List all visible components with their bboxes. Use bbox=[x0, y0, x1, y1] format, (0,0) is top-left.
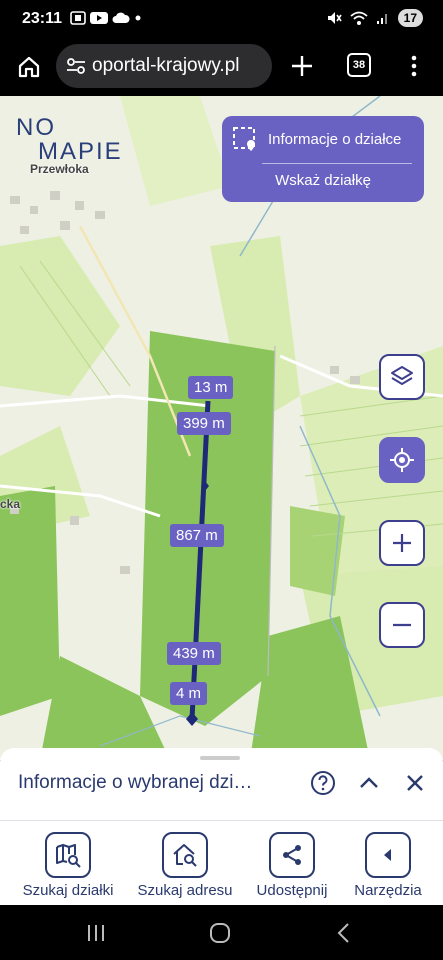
battery-icon: 17 bbox=[397, 9, 423, 27]
status-icons-right: 17 bbox=[326, 9, 423, 27]
tool-label: Szukaj adresu bbox=[137, 882, 233, 899]
layers-button[interactable] bbox=[379, 354, 425, 400]
home-search-icon bbox=[173, 844, 197, 867]
back-nav-icon[interactable] bbox=[332, 921, 356, 945]
close-icon[interactable] bbox=[403, 770, 427, 796]
measure-label: 439 m bbox=[167, 642, 221, 665]
map-view[interactable]: Przewłoka cka NO MAPIE Informacje o dzia… bbox=[0, 96, 443, 760]
sheet-drag-handle[interactable] bbox=[200, 756, 240, 760]
zoom-out-button[interactable] bbox=[379, 602, 425, 648]
status-time: 23:11 bbox=[22, 10, 63, 27]
tool-label: Narzędzia bbox=[354, 882, 422, 899]
measure-label: 399 m bbox=[177, 412, 231, 435]
tab-switcher-button[interactable]: 38 bbox=[347, 53, 371, 77]
measure-line bbox=[189, 400, 211, 720]
dot-icon bbox=[135, 15, 141, 21]
wifi-icon bbox=[350, 11, 368, 25]
youtube-icon bbox=[90, 12, 108, 24]
layers-icon bbox=[391, 366, 413, 385]
sheet-divider bbox=[0, 820, 443, 821]
tools-button[interactable]: Narzędzia bbox=[346, 832, 430, 899]
new-tab-icon[interactable] bbox=[290, 54, 314, 78]
home-icon[interactable] bbox=[16, 54, 42, 80]
recent-apps-icon[interactable] bbox=[84, 921, 108, 945]
status-bar: 23:11 17 bbox=[0, 0, 443, 40]
measure-label: 4 m bbox=[170, 682, 208, 705]
system-nav-bar bbox=[0, 905, 443, 960]
sheet-title[interactable]: Informacje o wybranej dzi… bbox=[18, 772, 252, 794]
locate-icon bbox=[390, 448, 414, 472]
locate-button[interactable] bbox=[379, 437, 425, 483]
tool-icon-box bbox=[365, 832, 411, 878]
measure-endpoint[interactable] bbox=[186, 712, 198, 726]
tool-icon-box bbox=[45, 832, 91, 878]
search-parcel-button[interactable]: Szukaj działki bbox=[16, 832, 120, 899]
search-address-button[interactable]: Szukaj adresu bbox=[132, 832, 238, 899]
zoom-in-button[interactable] bbox=[379, 520, 425, 566]
map-search-icon bbox=[56, 844, 81, 868]
screenshot-icon bbox=[70, 11, 86, 25]
tool-label: Szukaj działki bbox=[22, 882, 114, 899]
share-button[interactable]: Udostępnij bbox=[250, 832, 334, 899]
zoom-in-icon bbox=[393, 534, 411, 552]
browser-toolbar: oportal-krajowy.pl bbox=[0, 40, 443, 96]
tool-icon-box bbox=[269, 832, 315, 878]
status-icons-left bbox=[70, 11, 142, 25]
cloud-icon bbox=[112, 12, 130, 23]
tool-label: Udostępnij bbox=[256, 882, 328, 899]
share-icon bbox=[283, 845, 301, 865]
tool-icon-box bbox=[162, 832, 208, 878]
tools-arrow-icon bbox=[384, 849, 391, 861]
collapse-chevron-icon[interactable] bbox=[357, 770, 381, 796]
more-menu-icon[interactable] bbox=[404, 54, 424, 78]
url-text: oportal-krajowy.pl bbox=[92, 55, 240, 76]
measure-label: 13 m bbox=[188, 376, 234, 399]
parcel-info-sheet: Informacje o wybranej dzi… Szukaj działk… bbox=[0, 748, 443, 905]
zoom-out-icon bbox=[393, 623, 411, 627]
help-icon[interactable] bbox=[310, 770, 336, 796]
home-nav-icon[interactable] bbox=[208, 921, 232, 945]
signal-icon bbox=[376, 14, 387, 24]
address-bar[interactable]: oportal-krajowy.pl bbox=[56, 44, 272, 88]
mute-icon bbox=[327, 12, 342, 24]
measure-label: 867 m bbox=[170, 524, 224, 547]
site-settings-icon[interactable] bbox=[66, 57, 86, 75]
